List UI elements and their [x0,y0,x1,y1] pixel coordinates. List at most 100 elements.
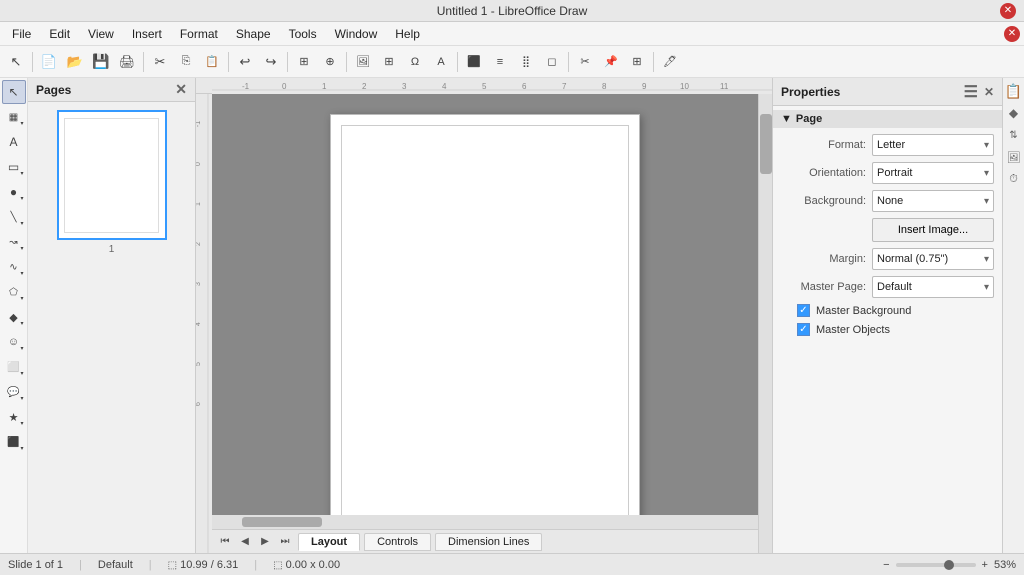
svg-text:7: 7 [562,82,567,91]
h-scrollbar[interactable] [212,515,758,529]
nav-first[interactable]: ⏮ [216,533,234,551]
tab-layout[interactable]: Layout [298,533,360,551]
master-page-select[interactable]: Default ▾ [872,276,994,298]
toolbar-paste[interactable]: 📋 [200,50,224,74]
menu-help[interactable]: Help [387,25,428,43]
zoom-in-button[interactable]: + [980,559,990,571]
tool-smiley[interactable]: ☺▾ [2,330,26,354]
toolbar-insert-image[interactable]: 🖼 [351,50,375,74]
tab-dimension-lines[interactable]: Dimension Lines [435,533,542,551]
toolbar-combine[interactable]: ⊞ [625,50,649,74]
right-icon-image[interactable]: 🖼 [1005,148,1023,166]
tool-select2[interactable]: ▦▾ [2,105,26,129]
tool-line[interactable]: ╲▾ [2,205,26,229]
zoom-slider[interactable] [896,563,976,567]
page-section-content: Format: Letter ▾ Orientation: Portrait ▾ [773,128,1002,342]
orientation-select[interactable]: Portrait ▾ [872,162,994,184]
toolbar-align[interactable]: ≡ [488,50,512,74]
toolbar-grid[interactable]: ⊞ [292,50,316,74]
toolbar-redo[interactable]: ↪ [259,50,283,74]
toolbar-cut[interactable]: ✂ [148,50,172,74]
tool-star[interactable]: ★▾ [2,405,26,429]
page-section-header[interactable]: ▼ Page [773,110,1002,128]
canvas-scroll[interactable] [212,94,758,515]
tool-diamond[interactable]: ◆▾ [2,305,26,329]
toolbar-group[interactable]: 📌 [599,50,623,74]
tool-curve[interactable]: ∿▾ [2,255,26,279]
toolbar-sep-2 [143,52,144,72]
ruler-container: -1 0 1 2 3 4 5 6 [196,94,772,553]
canvas-scroll-wrapper: ⏮ ◀ ▶ ⏭ Layout Controls Dimension Lines [212,94,758,553]
status-sep-2: | [149,559,152,571]
right-icon-diamond[interactable]: ◆ [1005,104,1023,122]
menu-edit[interactable]: Edit [41,25,78,43]
margin-select[interactable]: Normal (0.75") ▾ [872,248,994,270]
tool-callout[interactable]: 💬▾ [2,380,26,404]
toolbar-snap[interactable]: ⊕ [318,50,342,74]
toolbar-ungroup[interactable]: ✂ [573,50,597,74]
menu-close-button[interactable]: ✕ [1004,26,1020,42]
tool-text[interactable]: A [2,130,26,154]
toolbar-insert-table[interactable]: ⊞ [377,50,401,74]
tool-rectangle[interactable]: ▭▾ [2,155,26,179]
nav-last[interactable]: ⏭ [276,533,294,551]
toolbar-shadow[interactable]: ◻ [540,50,564,74]
menu-insert[interactable]: Insert [124,25,170,43]
menu-view[interactable]: View [80,25,122,43]
h-scroll-thumb[interactable] [242,517,322,527]
pages-content[interactable]: 1 [28,102,195,553]
toolbar-save[interactable]: 💾 [89,50,113,74]
menu-shape[interactable]: Shape [228,25,279,43]
toolbar-copy[interactable]: ⎘ [174,50,198,74]
v-scrollbar[interactable] [758,94,772,553]
menu-file[interactable]: File [4,25,39,43]
menu-bar: File Edit View Insert Format Shape Tools… [0,22,1024,46]
background-select[interactable]: None ▾ [872,190,994,212]
format-select[interactable]: Letter ▾ [872,134,994,156]
svg-text:3: 3 [196,282,202,286]
master-objects-checkbox[interactable]: ✓ [797,323,810,336]
right-icon-clock[interactable]: ⏱ [1005,170,1023,188]
toolbar-draw-mode[interactable]: 🖊 [658,50,682,74]
tab-controls[interactable]: Controls [364,533,431,551]
pages-panel-close[interactable]: ✕ [175,81,187,98]
tool-3d[interactable]: ⬛▾ [2,430,26,454]
toolbar-fontwork[interactable]: A [429,50,453,74]
toolbar-undo[interactable]: ↩ [233,50,257,74]
v-scroll-thumb[interactable] [760,114,772,174]
properties-close-button[interactable]: ✕ [984,85,994,99]
tool-connector[interactable]: ↝▾ [2,230,26,254]
toolbar-sep-3 [228,52,229,72]
tool-flowchart[interactable]: ⬜▾ [2,355,26,379]
properties-menu-icon[interactable]: ☰ [964,82,978,102]
svg-text:4: 4 [442,82,447,91]
page-thumbnail-1[interactable] [57,110,167,240]
toolbar-open[interactable]: 📂 [63,50,87,74]
toolbar-arrange[interactable]: ⬛ [462,50,486,74]
nav-next[interactable]: ▶ [256,533,274,551]
close-button[interactable]: ✕ [1000,3,1016,19]
tool-polygon[interactable]: ⬠▾ [2,280,26,304]
menu-tools[interactable]: Tools [281,25,325,43]
margin-value: Normal (0.75") [877,253,948,265]
ruler-vertical: -1 0 1 2 3 4 5 6 [196,94,212,553]
master-background-checkbox[interactable]: ✓ [797,304,810,317]
toolbar-pointer[interactable]: ↖ [4,50,28,74]
toolbar-distribute[interactable]: ⣿ [514,50,538,74]
right-icon-properties[interactable]: 📋 [1005,82,1023,100]
menu-format[interactable]: Format [172,25,226,43]
toolbar-print[interactable]: 🖨 [115,50,139,74]
svg-text:1: 1 [322,82,327,91]
ruler-h-svg: /* ticks rendered inline below */ -1 0 1… [212,78,772,94]
tool-ellipse[interactable]: ●▾ [2,180,26,204]
zoom-out-button[interactable]: − [881,559,891,571]
nav-prev[interactable]: ◀ [236,533,254,551]
coord-value: 10.99 / 6.31 [180,559,238,571]
right-icon-nav[interactable]: ⇅ [1005,126,1023,144]
toolbar-new[interactable]: 📄 [37,50,61,74]
menu-window[interactable]: Window [327,25,386,43]
toolbar-insert-special[interactable]: Ω [403,50,427,74]
insert-image-button[interactable]: Insert Image... [872,218,994,242]
pages-panel-header: Pages ✕ [28,78,195,102]
tool-select[interactable]: ↖ [2,80,26,104]
